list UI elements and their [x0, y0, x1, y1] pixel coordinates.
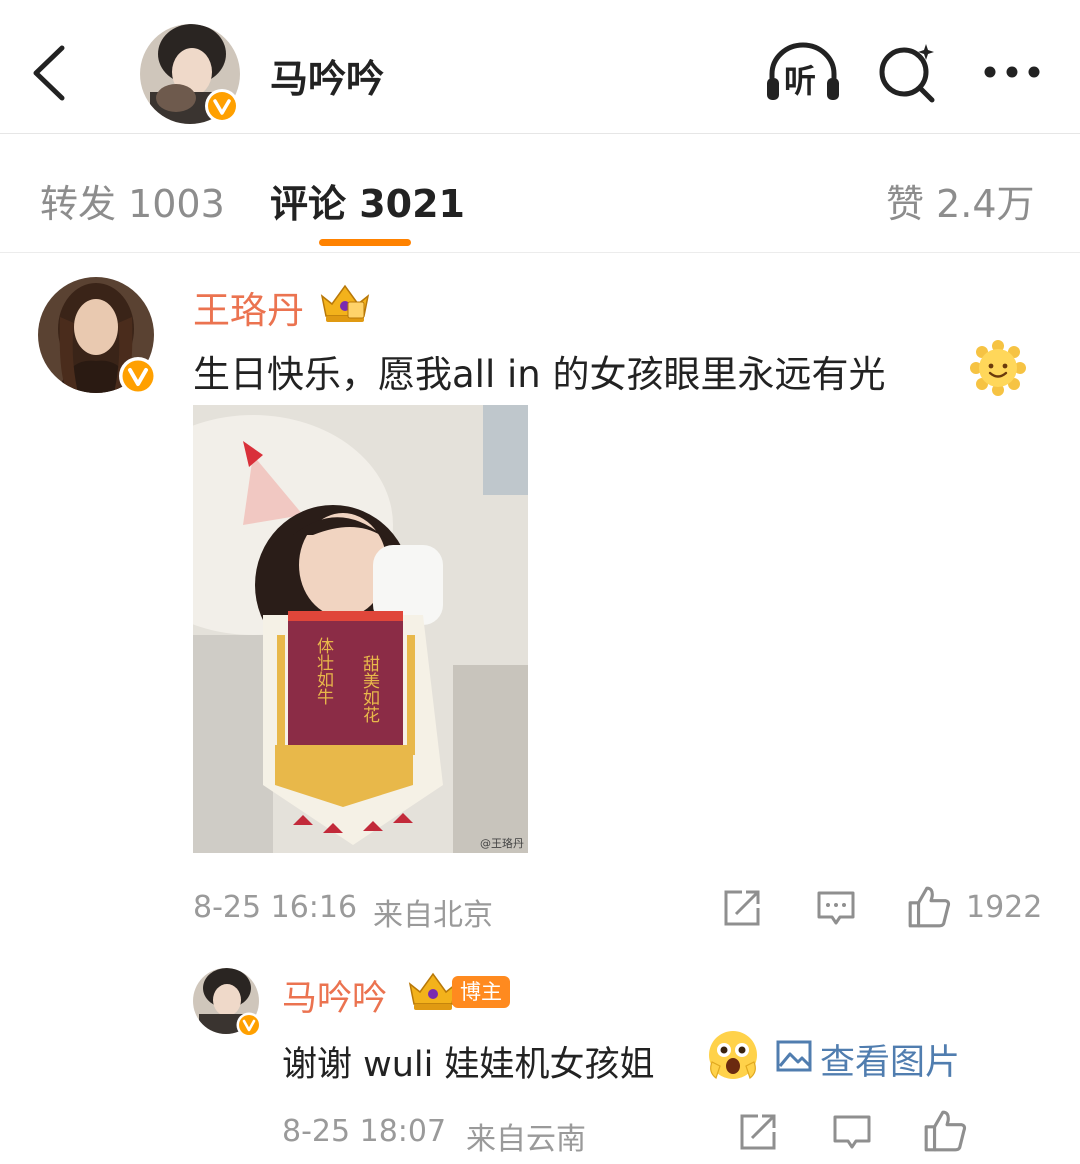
banner-right-text: 甜美如花 — [359, 655, 380, 723]
banner-left-text: 体壮如牛 — [313, 637, 334, 705]
tab-bar: 转发 1003 评论 3021 赞 2.4万 — [0, 135, 1080, 253]
comment-time: 8-25 16:16 — [193, 890, 358, 925]
active-tab-indicator — [319, 239, 411, 246]
verified-badge-icon — [119, 357, 157, 395]
back-arrow-icon[interactable] — [28, 44, 72, 102]
like-icon[interactable] — [922, 1108, 968, 1154]
image-watermark: @王珞丹 — [480, 837, 524, 850]
search-icon[interactable] — [874, 40, 938, 104]
like-icon[interactable] — [906, 884, 952, 930]
comment-image[interactable]: 甜美如花 体壮如牛 @王珞丹 — [193, 405, 528, 853]
tab-repost[interactable]: 转发 1003 — [40, 173, 225, 228]
reply-author[interactable]: 马吟吟 — [282, 970, 387, 1021]
comment-icon[interactable] — [832, 1112, 872, 1152]
verified-badge-icon — [205, 89, 239, 123]
top-bar: 马吟吟 听 — [0, 0, 1080, 134]
image-icon — [776, 1040, 812, 1072]
blogger-badge: 博主 — [452, 976, 510, 1008]
tab-comments[interactable]: 评论 3021 — [270, 173, 465, 228]
crown-icon — [320, 284, 370, 322]
reply-source: 来自云南 — [466, 1122, 586, 1157]
tab-likes[interactable]: 赞 2.4万 — [886, 173, 1035, 228]
listen-button[interactable]: 听 — [764, 40, 842, 104]
like-count: 1922 — [966, 890, 1043, 925]
surprised-emoji-icon — [709, 1031, 757, 1079]
comment-text: 生日快乐，愿我all in 的女孩眼里永远有光 — [193, 353, 886, 396]
reply-time: 8-25 18:07 — [282, 1114, 447, 1149]
more-dots-icon[interactable] — [980, 40, 1044, 104]
repost-icon[interactable] — [738, 1112, 778, 1152]
verified-badge-icon — [236, 1012, 262, 1038]
comment-author[interactable]: 王珞丹 — [193, 280, 304, 334]
page-title: 马吟吟 — [270, 57, 385, 101]
repost-icon[interactable] — [722, 888, 762, 928]
comment-source: 来自北京 — [373, 898, 493, 933]
view-image-label: 查看图片 — [820, 1043, 961, 1083]
smile-emoji-icon — [970, 340, 1026, 396]
reply-text: 谢谢 wuli 娃娃机女孩姐 — [282, 1045, 655, 1085]
listen-label: 听 — [784, 62, 817, 100]
comment-icon[interactable] — [816, 888, 856, 928]
